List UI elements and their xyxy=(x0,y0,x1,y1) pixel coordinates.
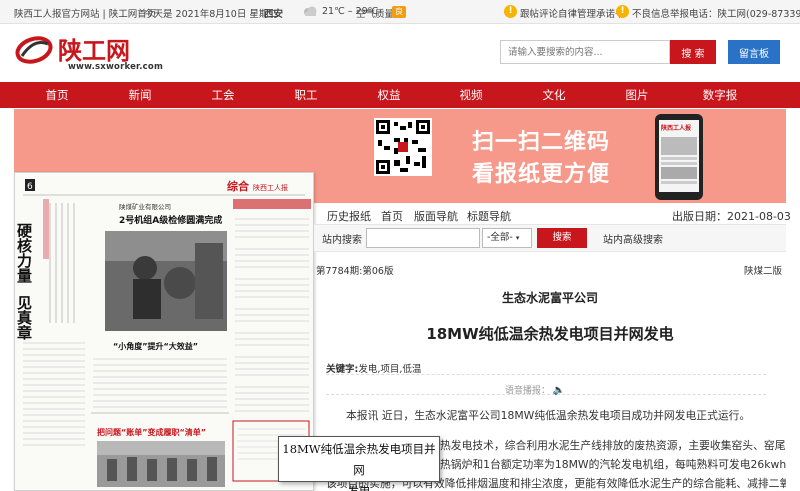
site-search-button[interactable]: 搜索 xyxy=(537,228,587,248)
headline-a: 陕煤矿业有限公司 xyxy=(119,202,171,211)
message-board-button[interactable]: 留言板 xyxy=(728,40,780,64)
phone-screen: 陕西工人报 xyxy=(659,120,699,192)
weather-city: 西安 xyxy=(264,9,284,20)
report-phone[interactable]: 不良信息举报电话：陕工网(029-87339475) xyxy=(632,6,800,20)
hover-tooltip: 18MW纯低温余热发电项目并网 发电 xyxy=(278,436,440,491)
side-heading-2: 见真章 xyxy=(15,295,33,341)
today-date: 今天是 2021年8月10日 星期二 xyxy=(144,9,278,20)
issue-number: 第7784期:第06版 xyxy=(316,266,394,277)
scope-select-value: -全部- xyxy=(487,232,513,243)
nav-item-photos[interactable]: 图片 xyxy=(607,82,667,108)
logo-text: 陕工网 xyxy=(58,36,130,65)
banner-line-1: 扫一扫二维码 xyxy=(472,130,611,155)
pledge-link[interactable]: 跟帖评论自律管理承诺书 xyxy=(520,6,625,20)
cloud-icon xyxy=(304,6,317,16)
tooltip-line-2: 发电 xyxy=(347,484,371,491)
main-nav: 首页 新闻 工会 职工 权益 视频 文化 图片 数字报 xyxy=(0,82,800,108)
site-search-scope-select[interactable]: -全部- ▾ xyxy=(482,228,532,248)
layout-nav-link[interactable]: 版面导航 xyxy=(414,208,458,224)
bell-icon: ! xyxy=(504,5,517,18)
title-nav-link[interactable]: 标题导航 xyxy=(467,208,511,224)
chevron-down-icon: ▾ xyxy=(515,234,520,242)
edition-label: 陕煤二版 xyxy=(744,266,783,277)
divider xyxy=(326,394,766,395)
nav-item-workers[interactable]: 职工 xyxy=(276,82,336,108)
top-bar: 陕西工人报官方网站 | 陕工网首页 今天是 2021年8月10日 星期二 西安 … xyxy=(0,0,800,24)
tooltip-line-1: 18MW纯低温余热发电项目并网 xyxy=(282,442,436,477)
qr-code-icon xyxy=(374,118,432,176)
logo-url: www.sxworker.com xyxy=(68,62,164,72)
publish-date: 出版日期：2021-08-03 xyxy=(672,210,791,223)
search-button[interactable]: 搜 索 xyxy=(670,40,716,64)
site-links[interactable]: 陕西工人报官方网站 | 陕工网首页 xyxy=(14,6,156,20)
phone-masthead: 陕西工人报 xyxy=(661,125,692,132)
nav-item-video[interactable]: 视频 xyxy=(441,82,501,108)
page-masthead: 陕西工人报 xyxy=(253,183,288,192)
bottom-heading: 把问题“账单”变成履职“清单” xyxy=(97,427,206,437)
search-input[interactable] xyxy=(500,40,670,64)
nav-item-news[interactable]: 新闻 xyxy=(110,82,170,108)
side-heading: 硬核力量 xyxy=(15,223,33,283)
article-title: 18MW纯低温余热发电项目并网发电 xyxy=(426,325,674,343)
bell-icon: ! xyxy=(616,5,629,18)
site-search-label: 站内搜索 xyxy=(322,235,362,246)
article-paragraph: 本报讯 近日，生态水泥富平公司18MW纯低温余热发电项目成功并网发电正式运行。 xyxy=(346,409,751,422)
advanced-search-link[interactable]: 站内高级搜索 xyxy=(603,231,663,246)
nav-item-epaper[interactable]: 数字报 xyxy=(690,82,750,108)
nav-item-culture[interactable]: 文化 xyxy=(524,82,584,108)
divider xyxy=(326,374,766,375)
article-subtitle: 生态水泥富平公司 xyxy=(501,291,598,305)
home-link[interactable]: 首页 xyxy=(381,208,403,224)
newspaper-page-image[interactable]: 6 综合 陕西工人报 硬核力量 见真章 陕煤矿业有限公司 2号机组A级检修圆满完… xyxy=(14,172,314,491)
page-section: 综合 xyxy=(227,179,250,193)
keywords: 关键字:发电,项目,低温 xyxy=(326,361,421,375)
site-search-input[interactable] xyxy=(366,228,480,248)
page-number: 6 xyxy=(27,182,33,192)
history-papers-link[interactable]: 历史报纸 xyxy=(327,208,371,224)
nav-item-rights[interactable]: 权益 xyxy=(359,82,419,108)
banner-line-2: 看报纸更方便 xyxy=(472,162,611,187)
newspaper-page-art: 6 综合 陕西工人报 硬核力量 见真章 陕煤矿业有限公司 2号机组A级检修圆满完… xyxy=(15,179,311,487)
article-paragraph: 热发电技术，综合利用水泥生产线排放的废热资源，主要收集窑头、窑尾 xyxy=(440,439,786,452)
nav-item-union[interactable]: 工会 xyxy=(193,82,253,108)
article-paragraph: 热锅炉和1台额定功率为18MW的汽轮发电机组，每吨熟料可发电26kwh。 xyxy=(440,458,786,471)
headline-b: 2号机组A级检修圆满完成 xyxy=(119,214,222,226)
air-quality-badge: 良 xyxy=(392,6,406,18)
headline-c: “小角度”提升“大效益” xyxy=(113,341,198,351)
nav-item-home[interactable]: 首页 xyxy=(27,82,87,108)
